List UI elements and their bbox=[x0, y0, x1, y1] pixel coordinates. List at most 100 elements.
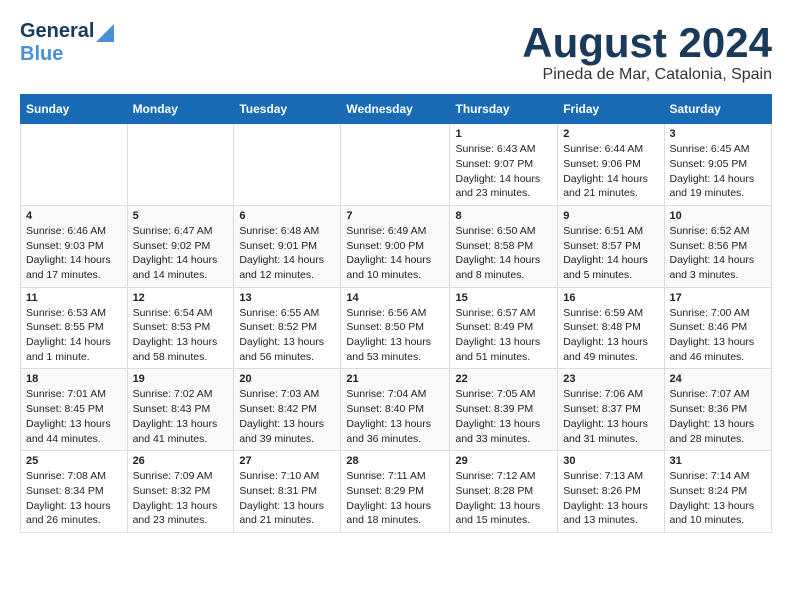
cell-info: Daylight: 13 hours and 21 minutes. bbox=[239, 499, 335, 528]
day-number: 9 bbox=[563, 210, 658, 222]
cell-info: Daylight: 14 hours and 17 minutes. bbox=[26, 253, 122, 282]
cell-info: Sunset: 8:28 PM bbox=[455, 484, 552, 499]
cell-info: Sunrise: 7:05 AM bbox=[455, 387, 552, 402]
day-number: 2 bbox=[563, 128, 658, 140]
header-day-monday: Monday bbox=[127, 95, 234, 124]
cell-info: Sunset: 8:31 PM bbox=[239, 484, 335, 499]
calendar-cell: 12Sunrise: 6:54 AMSunset: 8:53 PMDayligh… bbox=[127, 287, 234, 369]
day-number: 5 bbox=[133, 210, 229, 222]
cell-info: Sunrise: 6:56 AM bbox=[346, 306, 444, 321]
cell-info: Daylight: 13 hours and 33 minutes. bbox=[455, 417, 552, 446]
logo-triangle-icon bbox=[96, 24, 114, 42]
cell-info: Sunset: 8:29 PM bbox=[346, 484, 444, 499]
cell-info: Daylight: 13 hours and 53 minutes. bbox=[346, 335, 444, 364]
calendar-cell: 5Sunrise: 6:47 AMSunset: 9:02 PMDaylight… bbox=[127, 205, 234, 287]
cell-info: Sunrise: 6:50 AM bbox=[455, 224, 552, 239]
calendar-cell: 30Sunrise: 7:13 AMSunset: 8:26 PMDayligh… bbox=[558, 451, 664, 533]
cell-info: Sunset: 8:34 PM bbox=[26, 484, 122, 499]
calendar-week-1: 1Sunrise: 6:43 AMSunset: 9:07 PMDaylight… bbox=[21, 124, 772, 206]
cell-info: Daylight: 13 hours and 28 minutes. bbox=[670, 417, 767, 446]
day-number: 11 bbox=[26, 292, 122, 304]
cell-info: Daylight: 13 hours and 13 minutes. bbox=[563, 499, 658, 528]
day-number: 18 bbox=[26, 373, 122, 385]
cell-info: Sunrise: 6:54 AM bbox=[133, 306, 229, 321]
header-day-friday: Friday bbox=[558, 95, 664, 124]
day-number: 22 bbox=[455, 373, 552, 385]
cell-info: Sunrise: 7:10 AM bbox=[239, 469, 335, 484]
day-number: 17 bbox=[670, 292, 767, 304]
calendar-cell: 1Sunrise: 6:43 AMSunset: 9:07 PMDaylight… bbox=[450, 124, 558, 206]
cell-info: Sunset: 8:50 PM bbox=[346, 320, 444, 335]
day-number: 8 bbox=[455, 210, 552, 222]
calendar-cell: 18 Sunrise: 7:01 AMSunset: 8:45 PMDayligh… bbox=[21, 369, 128, 451]
cell-info: Sunset: 8:57 PM bbox=[563, 239, 658, 254]
day-number: 19 bbox=[133, 373, 229, 385]
day-number: 15 bbox=[455, 292, 552, 304]
logo: General Blue bbox=[20, 20, 115, 66]
cell-info: Sunrise: 7:01 AM bbox=[26, 387, 122, 402]
cell-info: Sunset: 8:42 PM bbox=[239, 402, 335, 417]
calendar-cell bbox=[234, 124, 341, 206]
page-subtitle: Pineda de Mar, Catalonia, Spain bbox=[522, 66, 772, 84]
cell-info: Sunrise: 6:47 AM bbox=[133, 224, 229, 239]
cell-info: Sunset: 8:39 PM bbox=[455, 402, 552, 417]
cell-info: Daylight: 13 hours and 58 minutes. bbox=[133, 335, 229, 364]
title-area: August 2024 Pineda de Mar, Catalonia, Sp… bbox=[522, 20, 772, 84]
calendar-cell: 4Sunrise: 6:46 AMSunset: 9:03 PMDaylight… bbox=[21, 205, 128, 287]
cell-info: Sunset: 8:43 PM bbox=[133, 402, 229, 417]
day-number: 24 bbox=[670, 373, 767, 385]
cell-info: Daylight: 13 hours and 44 minutes. bbox=[26, 417, 122, 446]
header: General Blue August 2024 Pineda de Mar, … bbox=[20, 20, 772, 84]
calendar-cell: 22 Sunrise: 7:05 AMSunset: 8:39 PMDayligh… bbox=[450, 369, 558, 451]
calendar-cell: 19Sunrise: 7:02 AMSunset: 8:43 PMDayligh… bbox=[127, 369, 234, 451]
cell-info: Daylight: 13 hours and 49 minutes. bbox=[563, 335, 658, 364]
cell-info: Sunrise: 7:14 AM bbox=[670, 469, 767, 484]
cell-info: Sunset: 8:24 PM bbox=[670, 484, 767, 499]
calendar-table: SundayMondayTuesdayWednesdayThursdayFrid… bbox=[20, 94, 772, 533]
calendar-cell bbox=[21, 124, 128, 206]
cell-info: Sunrise: 6:49 AM bbox=[346, 224, 444, 239]
cell-info: Sunset: 8:40 PM bbox=[346, 402, 444, 417]
cell-info: Sunset: 8:46 PM bbox=[670, 320, 767, 335]
calendar-week-2: 4Sunrise: 6:46 AMSunset: 9:03 PMDaylight… bbox=[21, 205, 772, 287]
cell-info: Sunrise: 6:43 AM bbox=[455, 142, 552, 157]
calendar-cell: 9Sunrise: 6:51 AMSunset: 8:57 PMDaylight… bbox=[558, 205, 664, 287]
day-number: 3 bbox=[670, 128, 767, 140]
cell-info: Daylight: 14 hours and 1 minute. bbox=[26, 335, 122, 364]
calendar-cell: 31 Sunrise: 7:14 AMSunset: 8:24 PMDayligh… bbox=[664, 451, 772, 533]
cell-info: Sunset: 8:45 PM bbox=[26, 402, 122, 417]
cell-info: Daylight: 13 hours and 18 minutes. bbox=[346, 499, 444, 528]
calendar-cell: 21Sunrise: 7:04 AMSunset: 8:40 PMDayligh… bbox=[341, 369, 450, 451]
cell-info: Sunrise: 6:45 AM bbox=[670, 142, 767, 157]
day-number: 12 bbox=[133, 292, 229, 304]
calendar-cell: 17 Sunrise: 7:00 AMSunset: 8:46 PMDayligh… bbox=[664, 287, 772, 369]
cell-info: Daylight: 13 hours and 23 minutes. bbox=[133, 499, 229, 528]
cell-info: Sunset: 8:37 PM bbox=[563, 402, 658, 417]
cell-info: Sunset: 9:06 PM bbox=[563, 157, 658, 172]
cell-info: Sunrise: 7:00 AM bbox=[670, 306, 767, 321]
header-day-sunday: Sunday bbox=[21, 95, 128, 124]
day-number: 28 bbox=[346, 455, 444, 467]
calendar-cell: 16Sunrise: 6:59 AMSunset: 8:48 PMDayligh… bbox=[558, 287, 664, 369]
cell-info: Daylight: 13 hours and 10 minutes. bbox=[670, 499, 767, 528]
cell-info: Daylight: 13 hours and 46 minutes. bbox=[670, 335, 767, 364]
calendar-cell: 28Sunrise: 7:11 AMSunset: 8:29 PMDayligh… bbox=[341, 451, 450, 533]
day-number: 13 bbox=[239, 292, 335, 304]
cell-info: Sunrise: 7:09 AM bbox=[133, 469, 229, 484]
day-number: 31 bbox=[670, 455, 767, 467]
cell-info: Sunset: 9:05 PM bbox=[670, 157, 767, 172]
cell-info: Daylight: 14 hours and 23 minutes. bbox=[455, 172, 552, 201]
cell-info: Sunrise: 7:03 AM bbox=[239, 387, 335, 402]
page-title: August 2024 bbox=[522, 20, 772, 66]
calendar-cell: 6Sunrise: 6:48 AMSunset: 9:01 PMDaylight… bbox=[234, 205, 341, 287]
cell-info: Sunrise: 7:04 AM bbox=[346, 387, 444, 402]
cell-info: Sunset: 8:32 PM bbox=[133, 484, 229, 499]
cell-info: Sunset: 8:49 PM bbox=[455, 320, 552, 335]
cell-info: Daylight: 13 hours and 39 minutes. bbox=[239, 417, 335, 446]
day-number: 27 bbox=[239, 455, 335, 467]
calendar-cell: 14Sunrise: 6:56 AMSunset: 8:50 PMDayligh… bbox=[341, 287, 450, 369]
calendar-cell: 24Sunrise: 7:07 AMSunset: 8:36 PMDayligh… bbox=[664, 369, 772, 451]
day-number: 29 bbox=[455, 455, 552, 467]
calendar-week-4: 18Sunrise: 7:01 AMSunset: 8:45 PMDayligh… bbox=[21, 369, 772, 451]
header-day-saturday: Saturday bbox=[664, 95, 772, 124]
